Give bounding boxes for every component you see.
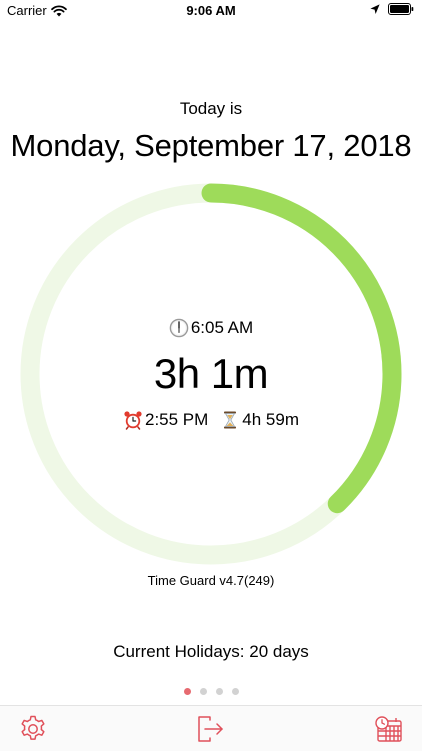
calendar-clock-icon: [375, 716, 402, 742]
battery-icon: [388, 3, 414, 15]
time-remaining-label: 4h 59m: [242, 410, 299, 429]
clock-icon: [169, 318, 189, 338]
status-indicators: [370, 3, 414, 15]
date-title: Monday, September 17, 2018: [10, 128, 412, 163]
page-control[interactable]: [0, 688, 422, 695]
today-label: Today is: [179, 99, 243, 118]
tab-bar: [0, 705, 422, 751]
start-time-label: 6:05 AM: [190, 318, 254, 337]
alarm-time: 2:55 PM: [123, 410, 208, 430]
current-holidays: Current Holidays: 20 days: [113, 642, 309, 661]
app-version: Time Guard v4.7(249): [147, 573, 275, 588]
start-time: 6:05 AM: [0, 318, 422, 338]
timer-info-row: 2:55 PM 4h 59m: [0, 410, 422, 430]
page-dot[interactable]: [183, 688, 191, 695]
alarm-time-label: 2:55 PM: [144, 410, 209, 429]
exit-icon: [198, 716, 223, 742]
gear-icon: [21, 715, 45, 740]
page-dot[interactable]: [231, 688, 239, 695]
settings-button[interactable]: [18, 714, 48, 744]
time-remaining: 4h 59m: [220, 410, 299, 430]
page-dot[interactable]: [199, 688, 207, 695]
alarm-clock-icon: [124, 411, 142, 430]
status-bar: Carrier 9:06 AM: [0, 0, 422, 22]
calendar-button[interactable]: [374, 714, 404, 744]
logout-button[interactable]: [196, 714, 226, 744]
hourglass-icon: [224, 411, 237, 429]
status-time: 9:06 AM: [186, 3, 236, 18]
elapsed-time: 3h 1m: [153, 350, 269, 397]
location-arrow-icon: [370, 3, 380, 14]
page-dot[interactable]: [215, 688, 223, 695]
